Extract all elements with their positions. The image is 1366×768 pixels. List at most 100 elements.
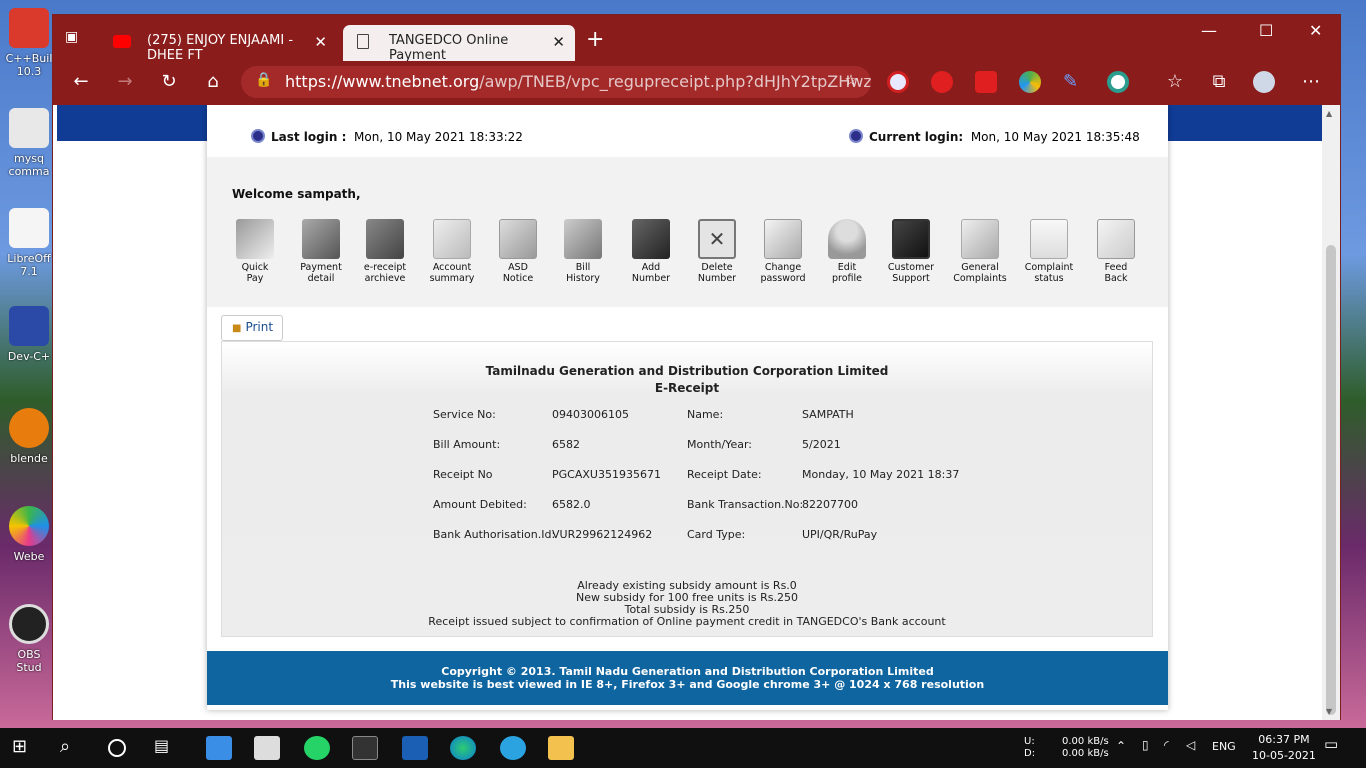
notifications-icon[interactable]: ▭	[1324, 737, 1338, 752]
cpp-builder-icon	[9, 8, 49, 48]
favorites-icon[interactable]: ☆	[1163, 71, 1187, 92]
pen-icon[interactable]: ✎	[1063, 71, 1085, 93]
close-window-button[interactable]: ✕	[1309, 21, 1322, 40]
menu-payment-detail[interactable]: Payment detail	[291, 219, 351, 284]
menu-edit-profile[interactable]: Edit profile	[817, 219, 877, 284]
support-tools-icon	[892, 219, 930, 259]
extension-icon-1[interactable]	[887, 71, 909, 93]
mail-icon[interactable]	[254, 736, 280, 760]
lock-icon: 🔒	[255, 72, 273, 88]
monitor-app-icon[interactable]	[206, 736, 232, 760]
menu-complaint-status[interactable]: Complaint status	[1019, 219, 1079, 284]
devcpp-icon	[9, 306, 49, 346]
print-button[interactable]: ■ Print	[221, 315, 283, 341]
task-view-icon[interactable]: ▤	[154, 736, 180, 760]
calculator-icon	[564, 219, 602, 259]
field-label: Card Type:	[687, 528, 746, 541]
language-indicator[interactable]: ENG	[1212, 741, 1236, 753]
menu-quick-pay[interactable]: Quick Pay	[225, 219, 285, 284]
desktop-icon-cpp-builder[interactable]: C++Buil 10.3	[4, 8, 54, 78]
libreoffice-icon	[9, 208, 49, 248]
desktop-icon-devcpp[interactable]: Dev-C+	[4, 306, 54, 363]
desktop-icon-mysql[interactable]: mysq comma	[4, 108, 54, 178]
menu-feed-back[interactable]: Feed Back	[1086, 219, 1146, 284]
menu-add-number[interactable]: Add Number	[621, 219, 681, 284]
close-icon[interactable]: ✕	[552, 33, 565, 51]
tab-youtube[interactable]: (275) ENJOY ENJAAMI - DHEE FT ✕	[101, 25, 337, 63]
user-menu-area: Welcome sampath, Quick Pay Payment detail …	[207, 157, 1168, 307]
tab-actions-icon[interactable]: ▣	[65, 29, 85, 47]
file-explorer-icon[interactable]	[548, 736, 574, 760]
menu-ereceipt-archive[interactable]: e-receipt archieve	[355, 219, 415, 284]
volume-icon[interactable]: ◁	[1186, 739, 1195, 751]
field-label: Bill Amount:	[433, 438, 501, 451]
terminal-icon[interactable]	[352, 736, 378, 760]
e-receipt-panel: Tamilnadu Generation and Distribution Co…	[221, 341, 1153, 637]
home-button[interactable]: ⌂	[201, 71, 225, 92]
taskbar: ⊞ ⌕ ▤ U: D: 0.00 kB/s 0.00 kB/s ⌃ ▯ ◜ ◁ EN…	[0, 728, 1366, 768]
scroll-down-icon[interactable]: ▼	[1326, 707, 1332, 716]
extension-icon-2[interactable]	[931, 71, 953, 93]
profile-icon[interactable]	[1253, 71, 1275, 93]
refresh-button[interactable]: ↻	[157, 71, 181, 92]
windows-start-icon[interactable]: ⊞	[12, 736, 38, 760]
scroll-up-icon[interactable]: ▲	[1326, 109, 1332, 118]
net-speed-values: 0.00 kB/s 0.00 kB/s	[1062, 736, 1109, 759]
desktop-icon-blender[interactable]: blende	[4, 408, 54, 465]
subsidy-notes: Already existing subsidy amount is Rs.0 …	[428, 579, 946, 628]
whatsapp-icon[interactable]	[304, 736, 330, 760]
extension-icon-5[interactable]	[1107, 71, 1129, 93]
scroll-thumb[interactable]	[1326, 245, 1336, 715]
back-button[interactable]: ←	[69, 71, 93, 92]
receipt-section: ■ Print Tamilnadu Generation and Distribu…	[207, 307, 1168, 710]
menu-delete-number[interactable]: ✕ Delete Number	[687, 219, 747, 284]
minimize-button[interactable]: —	[1201, 21, 1217, 40]
vertical-scrollbar[interactable]: ▲ ▼	[1322, 105, 1340, 720]
tab-tangedco[interactable]: TANGEDCO Online Payment ✕	[343, 25, 575, 63]
extension-icon-4[interactable]	[1019, 71, 1041, 93]
telegram-icon[interactable]	[500, 736, 526, 760]
extension-icon-3[interactable]	[975, 71, 997, 93]
forward-button[interactable]: →	[113, 71, 137, 92]
menu-asd-notice[interactable]: ASD Notice	[488, 219, 548, 284]
field-label: Receipt Date:	[687, 468, 762, 481]
cortana-icon[interactable]	[108, 739, 126, 757]
field-value: 09403006105	[552, 408, 629, 421]
desktop-icon-webex[interactable]: Webe	[4, 506, 54, 563]
app-icon-l[interactable]	[402, 736, 428, 760]
last-login: Last login : Mon, 10 May 2021 18:33:22	[251, 129, 523, 144]
page-container: Last login : Mon, 10 May 2021 18:33:22 C…	[207, 105, 1168, 710]
quick-pay-icon	[236, 219, 274, 259]
wifi-icon[interactable]: ◜	[1164, 739, 1169, 751]
edge-icon[interactable]	[450, 736, 476, 760]
blender-icon	[9, 408, 49, 448]
new-tab-button[interactable]: +	[586, 27, 604, 52]
receipt-subtitle: E-Receipt	[654, 381, 720, 395]
more-icon[interactable]: ⋯	[1299, 71, 1323, 92]
close-icon[interactable]: ✕	[314, 33, 327, 51]
page-viewport: Last login : Mon, 10 May 2021 18:33:22 C…	[53, 105, 1323, 720]
menu-account-summary[interactable]: Account summary	[422, 219, 482, 284]
menu-customer-support[interactable]: Customer Support	[881, 219, 941, 284]
field-value: SAMPATH	[802, 408, 854, 421]
maximize-button[interactable]: ☐	[1259, 21, 1273, 40]
battery-icon[interactable]: ▯	[1142, 739, 1149, 751]
field-label: Receipt No	[433, 468, 493, 481]
menu-general-complaints[interactable]: General Complaints	[950, 219, 1010, 284]
search-icon[interactable]: ⌕	[60, 736, 86, 760]
favorite-star-icon[interactable]: ☆	[839, 71, 863, 89]
menu-bill-history[interactable]: Bill History	[553, 219, 613, 284]
clock[interactable]: 06:37 PM 10-05-2021	[1252, 732, 1316, 764]
field-value: 6582	[552, 438, 580, 451]
clock-icon	[849, 129, 863, 143]
chevron-up-icon[interactable]: ⌃	[1116, 740, 1126, 752]
collections-icon[interactable]: ⧉	[1207, 71, 1231, 92]
delete-icon: ✕	[698, 219, 736, 259]
menu-change-password[interactable]: Change password	[753, 219, 813, 284]
service-menu: Quick Pay Payment detail e-receipt archieve…	[225, 219, 1145, 289]
field-value: VUR29962124962	[552, 528, 653, 541]
desktop-icon-libreoffice[interactable]: LibreOff 7.1	[4, 208, 54, 278]
address-bar[interactable]: 🔒 https://www.tnebnet.org/awp/TNEB/vpc_r…	[241, 66, 871, 98]
desktop-icon-obs[interactable]: OBS Stud	[4, 604, 54, 674]
browser-window: ▣ (275) ENJOY ENJAAMI - DHEE FT ✕ TANGED…	[52, 14, 1341, 720]
